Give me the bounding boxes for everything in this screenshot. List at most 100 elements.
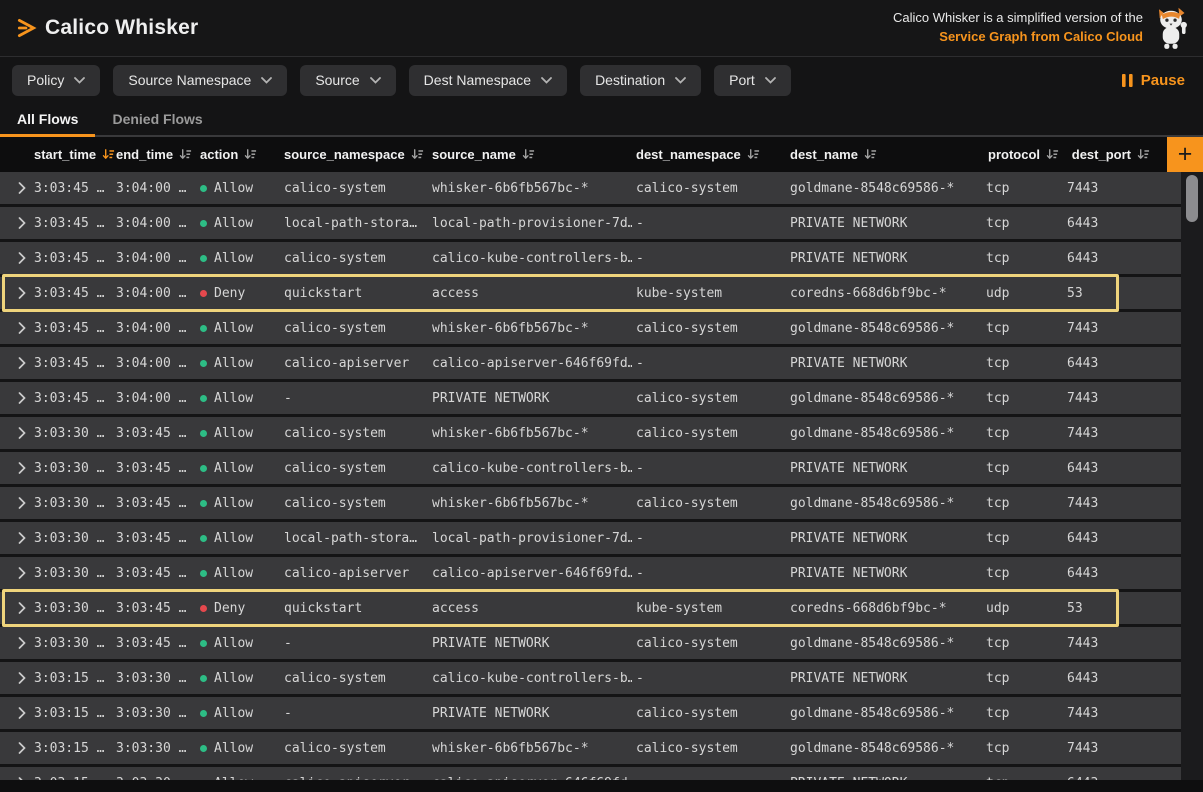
column-header-label: dest_namespace — [636, 147, 741, 162]
cell-protocol: tcp — [982, 181, 1063, 196]
add-column-button[interactable]: + — [1167, 137, 1203, 172]
table-row[interactable]: 3:03:15 …3:03:30 …Allowcalico-systemwhis… — [0, 732, 1181, 764]
expand-caret-icon[interactable] — [0, 567, 30, 579]
cell-dest_name: PRIVATE NETWORK — [786, 356, 982, 371]
table-row[interactable]: 3:03:45 …3:04:00 …Allowcalico-apiserverc… — [0, 347, 1181, 379]
filter-button-source[interactable]: Source — [300, 65, 395, 96]
filter-button-dest-namespace[interactable]: Dest Namespace — [409, 65, 567, 96]
column-header-protocol[interactable]: protocol — [982, 147, 1063, 162]
cell-protocol: tcp — [982, 391, 1063, 406]
table-row[interactable]: 3:03:30 …3:03:45 …Allowcalico-apiserverc… — [0, 557, 1181, 589]
cell-action: Deny — [196, 286, 280, 301]
expand-caret-icon[interactable] — [0, 357, 30, 369]
cell-source_namespace: calico-system — [280, 321, 428, 336]
table-row[interactable]: 3:03:15 …3:03:30 …Allowcalico-systemcali… — [0, 662, 1181, 694]
cell-dest_port: 7443 — [1063, 496, 1166, 511]
cell-start_time: 3:03:15 … — [30, 671, 112, 686]
column-header-source_name[interactable]: source_name — [428, 147, 632, 162]
expand-caret-icon[interactable] — [0, 637, 30, 649]
filter-button-destination[interactable]: Destination — [580, 65, 701, 96]
column-header-label: protocol — [988, 147, 1040, 162]
expand-caret-icon[interactable] — [0, 287, 30, 299]
service-graph-link[interactable]: Service Graph from Calico Cloud — [893, 28, 1143, 47]
table-row[interactable]: 3:03:45 …3:04:00 …Allow-PRIVATE NETWORKc… — [0, 382, 1181, 414]
expand-caret-icon[interactable] — [0, 777, 30, 780]
cell-start_time: 3:03:15 … — [30, 706, 112, 721]
expand-caret-icon[interactable] — [0, 742, 30, 754]
table-row[interactable]: 3:03:15 …3:03:30 …Allow-PRIVATE NETWORKc… — [0, 697, 1181, 729]
cell-dest_name: coredns-668d6bf9bc-* — [786, 601, 982, 616]
cell-action: Allow — [196, 426, 280, 441]
table-row[interactable]: 3:03:30 …3:03:45 …Allow-PRIVATE NETWORKc… — [0, 627, 1181, 659]
action-label: Allow — [214, 566, 253, 581]
cell-action: Allow — [196, 566, 280, 581]
cell-protocol: tcp — [982, 706, 1063, 721]
pause-label: Pause — [1141, 72, 1185, 89]
table-row[interactable]: 3:03:30 …3:03:45 …Allowcalico-systemwhis… — [0, 487, 1181, 519]
column-header-dest_name[interactable]: dest_name — [786, 147, 982, 162]
cell-source_name: whisker-6b6fb567bc-* — [428, 426, 632, 441]
cell-dest_namespace: calico-system — [632, 426, 786, 441]
expand-caret-icon[interactable] — [0, 217, 30, 229]
scrollbar-track[interactable] — [1181, 172, 1203, 780]
expand-caret-icon[interactable] — [0, 707, 30, 719]
column-header-dest_port[interactable]: dest_port — [1063, 147, 1166, 162]
table-row[interactable]: 3:03:45 …3:04:00 …Allowcalico-systemwhis… — [0, 172, 1181, 204]
column-header-label: start_time — [34, 147, 96, 162]
cell-end_time: 3:03:45 … — [112, 531, 196, 546]
column-header-start_time[interactable]: start_time — [30, 147, 112, 162]
cell-start_time: 3:03:30 … — [30, 531, 112, 546]
table-row[interactable]: 3:03:30 …3:03:45 …Allowcalico-systemwhis… — [0, 417, 1181, 449]
expand-caret-icon[interactable] — [0, 182, 30, 194]
filter-button-port[interactable]: Port — [714, 65, 791, 96]
cell-protocol: tcp — [982, 636, 1063, 651]
tab-all-flows[interactable]: All Flows — [0, 103, 95, 137]
allow-status-dot — [200, 430, 207, 437]
pause-button[interactable]: Pause — [1122, 72, 1185, 89]
cell-end_time: 3:04:00 … — [112, 356, 196, 371]
table-row[interactable]: 3:03:45 …3:04:00 …Allowcalico-systemwhis… — [0, 312, 1181, 344]
cell-source_namespace: calico-system — [280, 251, 428, 266]
table-row[interactable]: 3:03:15 …3:03:30 …Allowcalico-apiserverc… — [0, 767, 1181, 780]
table-row[interactable]: 3:03:45 …3:04:00 …Allowlocal-path-stora…… — [0, 207, 1181, 239]
table-row[interactable]: 3:03:30 …3:03:45 …Denyquickstartaccessku… — [0, 592, 1181, 624]
cell-protocol: tcp — [982, 566, 1063, 581]
cell-dest_port: 7443 — [1063, 741, 1166, 756]
column-header-end_time[interactable]: end_time — [112, 147, 196, 162]
cell-start_time: 3:03:30 … — [30, 636, 112, 651]
filter-button-source-namespace[interactable]: Source Namespace — [113, 65, 287, 96]
expand-caret-icon[interactable] — [0, 462, 30, 474]
cell-dest_port: 7443 — [1063, 706, 1166, 721]
column-header-action[interactable]: action — [196, 147, 280, 162]
table-row[interactable]: 3:03:30 …3:03:45 …Allowlocal-path-stora…… — [0, 522, 1181, 554]
cell-dest_name: goldmane-8548c69586-* — [786, 321, 982, 336]
column-header-dest_namespace[interactable]: dest_namespace — [632, 147, 786, 162]
cell-source_namespace: calico-system — [280, 671, 428, 686]
table-row[interactable]: 3:03:45 …3:04:00 …Denyquickstartaccessku… — [0, 277, 1181, 309]
expand-caret-icon[interactable] — [0, 322, 30, 334]
expand-caret-icon[interactable] — [0, 672, 30, 684]
allow-status-dot — [200, 780, 207, 781]
expand-caret-icon[interactable] — [0, 532, 30, 544]
cell-source_name: access — [428, 601, 632, 616]
allow-status-dot — [200, 710, 207, 717]
cell-end_time: 3:04:00 … — [112, 216, 196, 231]
cell-source_namespace: calico-system — [280, 461, 428, 476]
expand-caret-icon[interactable] — [0, 392, 30, 404]
cell-end_time: 3:03:45 … — [112, 461, 196, 476]
cell-dest_port: 6443 — [1063, 566, 1166, 581]
table-row[interactable]: 3:03:30 …3:03:45 …Allowcalico-systemcali… — [0, 452, 1181, 484]
tab-denied-flows[interactable]: Denied Flows — [95, 103, 219, 137]
cell-dest_namespace: calico-system — [632, 181, 786, 196]
cell-source_name: calico-kube-controllers-b… — [428, 251, 632, 266]
column-header-source_namespace[interactable]: source_namespace — [280, 147, 428, 162]
expand-caret-icon[interactable] — [0, 497, 30, 509]
expand-caret-icon[interactable] — [0, 427, 30, 439]
expand-caret-icon[interactable] — [0, 252, 30, 264]
allow-status-dot — [200, 185, 207, 192]
filter-button-policy[interactable]: Policy — [12, 65, 100, 96]
expand-caret-icon[interactable] — [0, 602, 30, 614]
scrollbar-thumb[interactable] — [1186, 175, 1198, 222]
cell-end_time: 3:03:30 … — [112, 741, 196, 756]
table-row[interactable]: 3:03:45 …3:04:00 …Allowcalico-systemcali… — [0, 242, 1181, 274]
